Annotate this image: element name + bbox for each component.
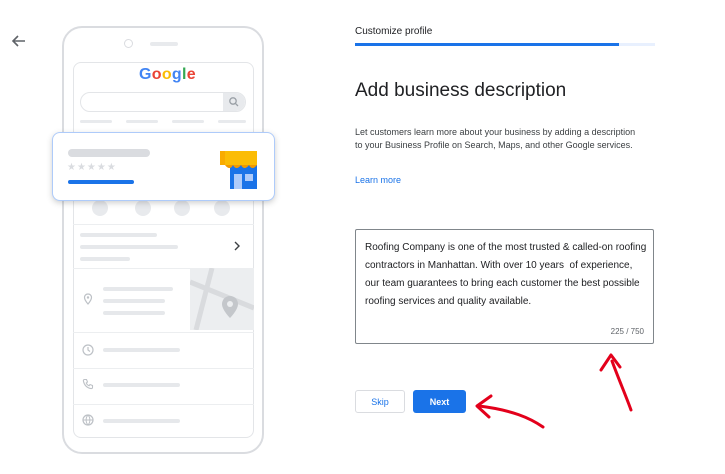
page-title: Add business description xyxy=(355,80,567,101)
phone-camera xyxy=(124,39,133,48)
character-counter: 225 / 750 xyxy=(610,327,644,336)
illustration-search-bar xyxy=(80,92,246,112)
rating-stars: ★★★★★ xyxy=(67,162,117,173)
back-button[interactable] xyxy=(10,32,28,50)
location-pin-icon xyxy=(83,293,93,305)
learn-more-link[interactable]: Learn more xyxy=(355,175,401,185)
illustration-business-card: ★★★★★ xyxy=(52,132,275,201)
phone-icon xyxy=(82,378,94,390)
illustration-action-icons xyxy=(90,200,240,216)
business-description-input[interactable] xyxy=(365,239,647,325)
step-label: Customize profile xyxy=(355,26,433,37)
business-description-field[interactable]: 225 / 750 xyxy=(355,229,654,344)
storefront-icon xyxy=(220,151,257,189)
chevron-right-icon xyxy=(234,241,240,251)
progress-fill xyxy=(355,43,619,46)
search-icon xyxy=(229,97,239,107)
phone-speaker xyxy=(150,42,178,46)
description-text: Let customers learn more about your busi… xyxy=(355,127,636,150)
progress-bar xyxy=(355,43,655,46)
next-button[interactable]: Next xyxy=(413,390,466,413)
annotation-arrow-counter xyxy=(599,353,633,412)
illustration-tabs xyxy=(80,120,246,124)
globe-icon xyxy=(82,414,94,426)
clock-icon xyxy=(82,344,94,356)
skip-button[interactable]: Skip xyxy=(355,390,405,413)
illustration-map xyxy=(190,268,254,330)
back-arrow-icon xyxy=(11,35,25,47)
annotation-arrow-next xyxy=(475,394,545,429)
google-logo: Google xyxy=(139,66,196,83)
